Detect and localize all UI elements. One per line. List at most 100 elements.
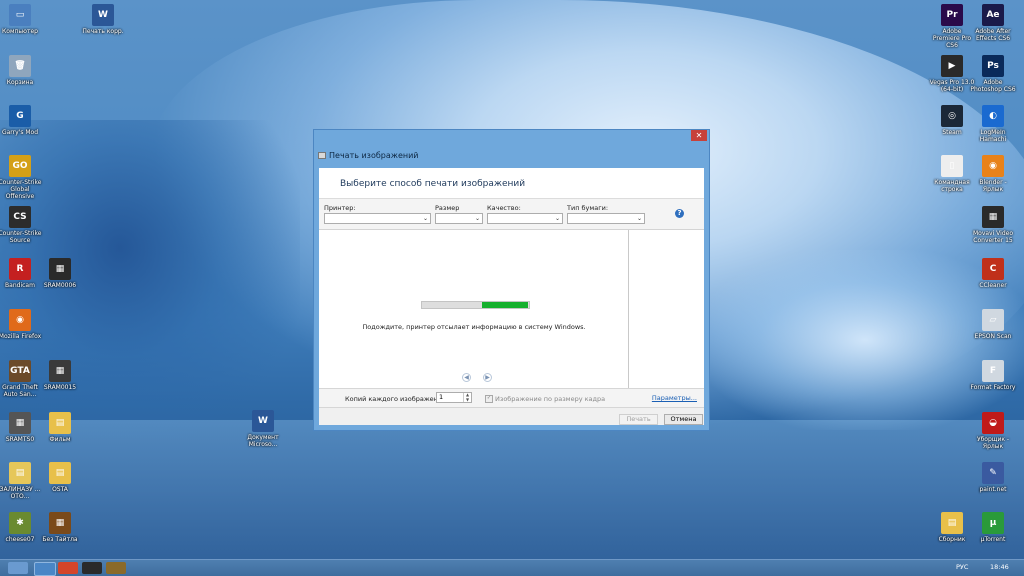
chevron-down-icon: ⌄ — [422, 215, 428, 222]
shortcut-label: Корзина — [6, 79, 34, 86]
quality-label: Качество: — [487, 204, 521, 212]
desktop-shortcut[interactable]: G Garry's Mod — [0, 105, 43, 136]
desktop-shortcut[interactable]: Ps Adobe Photoshop CS6 — [970, 55, 1016, 93]
shortcut-label: Counter-Strike Source — [0, 230, 42, 244]
desktop-shortcut[interactable]: ▦ Movavi Video Converter 15 — [970, 206, 1016, 244]
desktop-shortcut[interactable]: ▭ Компьютер — [0, 4, 43, 35]
shortcut-label: Adobe Photoshop CS6 — [970, 79, 1016, 93]
copies-stepper[interactable]: 1 ▲ ▼ — [436, 392, 472, 403]
desktop-shortcut[interactable]: W Печать корр. — [80, 4, 126, 35]
desktop-shortcut[interactable]: ◎ Steam — [929, 105, 975, 136]
shortcut-label: paint.net — [979, 486, 1007, 493]
shortcut-icon: R — [9, 258, 31, 280]
desktop-shortcut[interactable]: ◉ Mozilla Firefox — [0, 309, 43, 340]
shortcut-icon: C — [982, 258, 1004, 280]
desktop-shortcut[interactable]: Pr Adobe Premiere Pro CS6 — [929, 4, 975, 49]
printer-select[interactable]: ⌄ — [324, 213, 431, 224]
shortcut-icon: ✱ — [9, 512, 31, 534]
shortcut-label: Counter-Strike Global Offensive — [0, 179, 42, 200]
desktop-shortcut[interactable]: C CCleaner — [970, 258, 1016, 289]
cancel-button[interactable]: Отмена — [664, 414, 703, 425]
shortcut-icon: ▯ — [941, 155, 963, 177]
desktop-shortcut[interactable]: GO Counter-Strike Global Offensive — [0, 155, 43, 200]
shortcut-icon: GTA — [9, 360, 31, 382]
paper-size-field: Размер бумаги: ⌄ — [435, 204, 483, 224]
options-link[interactable]: Параметры... — [652, 394, 697, 402]
desktop-shortcut[interactable]: ▤ OSTA — [37, 462, 83, 493]
desktop-shortcut[interactable]: µ µTorrent — [970, 512, 1016, 543]
shortcut-icon: ▤ — [49, 462, 71, 484]
dialog-header: Выберите способ печати изображений — [319, 168, 704, 199]
print-pictures-dialog: ✕ Печать изображений Выберите способ печ… — [313, 129, 710, 431]
desktop-shortcut[interactable]: ▱ EPSON Scan — [970, 309, 1016, 340]
desktop-shortcut[interactable]: ▤ Фильм — [37, 412, 83, 443]
desktop-shortcut[interactable]: ✎ paint.net — [970, 462, 1016, 493]
close-button[interactable]: ✕ — [691, 130, 707, 141]
preview-pane: Подождите, принтер отсылает информацию в… — [319, 230, 629, 388]
print-button[interactable]: Печать — [619, 414, 658, 425]
shortcut-icon: W — [252, 410, 274, 432]
desktop-shortcut[interactable]: ▦ SRAM0015 — [37, 360, 83, 391]
paper-type-select[interactable]: ⌄ — [567, 213, 645, 224]
taskbar-explorer-icon[interactable] — [34, 562, 56, 576]
dialog-titlebar[interactable]: ✕ Печать изображений — [314, 130, 709, 168]
progress-bar — [421, 301, 530, 309]
desktop-shortcut[interactable]: CS Counter-Strike Source — [0, 206, 43, 244]
shortcut-label: Без Тайтла — [42, 536, 78, 543]
start-button[interactable] — [8, 562, 28, 574]
paper-size-select[interactable]: ⌄ — [435, 213, 483, 224]
fit-picture-option[interactable]: ✓ Изображение по размеру кадра — [485, 395, 605, 403]
shortcut-label: Adobe Premiere Pro CS6 — [932, 28, 972, 49]
stepper-arrows[interactable]: ▲ ▼ — [463, 392, 471, 402]
taskbar-browser-icon[interactable] — [58, 562, 78, 574]
desktop-shortcut[interactable]: ▶ Vegas Pro 13.0 (64-bit) — [929, 55, 975, 93]
header-text: Выберите способ печати изображений — [340, 179, 526, 189]
shortcut-icon: ▱ — [982, 309, 1004, 331]
dialog-client: Выберите способ печати изображений Принт… — [319, 168, 704, 425]
taskbar: РУС 18:46 — [0, 559, 1024, 576]
paper-size-label: Размер бумаги: — [435, 204, 462, 220]
shortcut-icon: ▦ — [9, 412, 31, 434]
shortcut-icon: ▦ — [49, 258, 71, 280]
clock[interactable]: 18:46 — [990, 563, 1009, 571]
paper-type-label: Тип бумаги: — [567, 204, 609, 212]
printer-icon — [318, 152, 326, 159]
shortcut-label: Компьютер — [2, 28, 38, 35]
desktop-shortcut[interactable]: Ae Adobe After Effects CS6 — [970, 4, 1016, 42]
shortcut-label: µTorrent — [980, 536, 1006, 543]
layout-pane[interactable] — [629, 230, 704, 388]
shortcut-label: Сборник — [938, 536, 966, 543]
desktop-shortcut[interactable]: ◒ Уборщик - Ярлык — [970, 412, 1016, 450]
shortcut-label: Фильм — [49, 436, 71, 443]
shortcut-icon: ▤ — [49, 412, 71, 434]
language-indicator[interactable]: РУС — [956, 563, 968, 571]
shortcut-icon: ◒ — [982, 412, 1004, 434]
desktop-shortcut[interactable]: ▦ SRAM0006 — [37, 258, 83, 289]
fit-checkbox[interactable]: ✓ — [485, 395, 493, 403]
help-icon[interactable]: ? — [675, 209, 684, 218]
desktop-shortcut[interactable]: ▦ Без Тайтла — [37, 512, 83, 543]
shortcut-icon: F — [982, 360, 1004, 382]
desktop-shortcut[interactable]: W Документ Microso... — [240, 410, 286, 448]
shortcut-label: EPSON Scan — [974, 333, 1012, 340]
shortcut-label: Уборщик - Ярлык — [976, 436, 1010, 450]
shortcut-icon: ▭ — [9, 4, 31, 26]
dialog-title: Печать изображений — [318, 151, 419, 160]
shortcut-icon: ◐ — [982, 105, 1004, 127]
print-options-bar: Принтер: ⌄ Размер бумаги: ⌄ Качество: ⌄ … — [319, 199, 704, 230]
shortcut-icon: Ps — [982, 55, 1004, 77]
desktop-shortcut[interactable]: ◐ LogMeIn Hamachi — [970, 105, 1016, 143]
shortcut-icon: ▦ — [982, 206, 1004, 228]
desktop-shortcut[interactable]: ◉ Blender - Ярлык — [970, 155, 1016, 193]
desktop-shortcut[interactable]: ▯ Командная строка — [929, 155, 975, 193]
next-page-button[interactable]: ▶ — [483, 373, 492, 382]
prev-page-button[interactable]: ◀ — [462, 373, 471, 382]
shortcut-icon: ▦ — [49, 360, 71, 382]
desktop-shortcut[interactable]: ▤ Сборник — [929, 512, 975, 543]
desktop-shortcut[interactable]: 🗑 Корзина — [0, 55, 43, 86]
quality-select[interactable]: ⌄ — [487, 213, 563, 224]
desktop-shortcut[interactable]: F Format Factory — [970, 360, 1016, 391]
taskbar-app-icon[interactable] — [82, 562, 102, 574]
dialog-footer: Печать Отмена — [319, 407, 704, 425]
taskbar-app-icon[interactable] — [106, 562, 126, 574]
